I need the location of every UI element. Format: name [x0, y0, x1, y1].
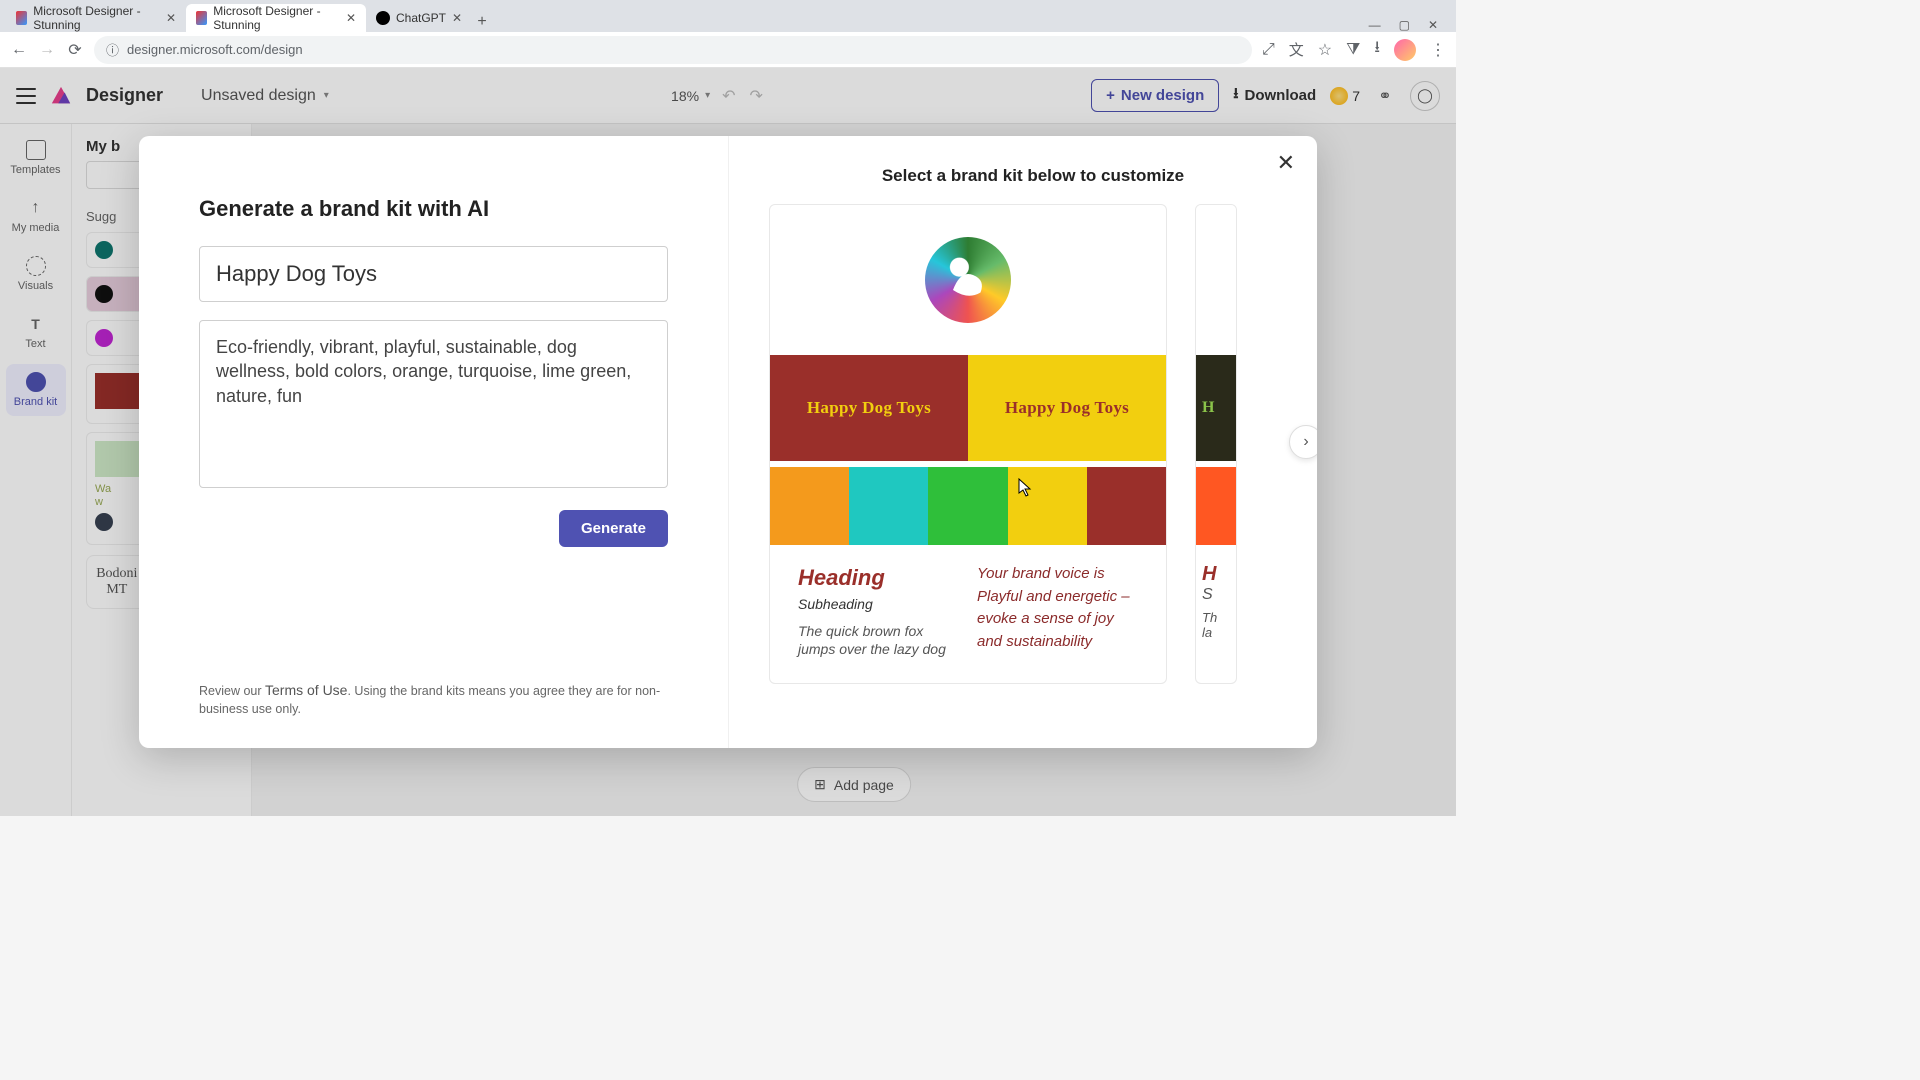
next-kit-button[interactable]: ›: [1289, 425, 1317, 459]
voice-text: Playful and energetic – evoke a sense of…: [977, 586, 1138, 654]
kit-logo-area: [770, 205, 1166, 355]
address-bar[interactable]: ⓘ designer.microsoft.com/design: [94, 36, 1252, 64]
terms-link[interactable]: Terms of Use: [265, 682, 347, 698]
browser-tab[interactable]: ChatGPT ✕: [366, 4, 472, 32]
palette-swatch: [849, 467, 928, 545]
close-icon[interactable]: ✕: [166, 11, 176, 25]
forward-icon[interactable]: →: [38, 41, 56, 59]
brand-kit-card-peek[interactable]: H H S Th la: [1195, 204, 1237, 684]
back-icon[interactable]: ←: [10, 41, 28, 59]
browser-tab-strip: Microsoft Designer - Stunning ✕ Microsof…: [0, 0, 1456, 32]
voice-label: Your brand voice is: [977, 563, 1138, 586]
window-close-icon[interactable]: ✕: [1428, 18, 1438, 32]
palette-swatch: [770, 467, 849, 545]
brand-kit-modal: ✕ Generate a brand kit with AI Eco-frien…: [139, 136, 1317, 748]
close-icon[interactable]: ✕: [452, 11, 462, 25]
typo-subheading: Subheading: [798, 595, 959, 614]
install-icon[interactable]: ⤢: [1262, 41, 1275, 59]
generate-button[interactable]: Generate: [559, 510, 668, 547]
typo-heading: Heading: [798, 563, 959, 593]
window-minimize-icon[interactable]: —: [1369, 18, 1381, 32]
kit-logo-icon: [925, 237, 1011, 323]
palette-swatch: [1008, 467, 1087, 545]
tab-title: ChatGPT: [396, 11, 446, 25]
tab-title: Microsoft Designer - Stunning: [213, 4, 340, 32]
browser-toolbar: ← → ⟳ ⓘ designer.microsoft.com/design ⤢ …: [0, 32, 1456, 68]
reload-icon[interactable]: ⟳: [66, 40, 84, 60]
new-tab-button[interactable]: +: [472, 12, 492, 32]
kit-palette: [770, 467, 1166, 545]
modal-title: Generate a brand kit with AI: [199, 196, 668, 222]
typo-sample: The quick brown fox jumps over the lazy …: [798, 622, 959, 660]
downloads-icon[interactable]: ⭳: [1374, 36, 1380, 63]
brand-name-input[interactable]: [199, 246, 668, 302]
chevron-right-icon: ›: [1303, 433, 1308, 451]
close-icon[interactable]: ✕: [346, 11, 356, 25]
kit-title-preview: Happy Dog Toys: [968, 355, 1166, 461]
brand-kit-card[interactable]: Happy Dog Toys Happy Dog Toys Heading Su…: [769, 204, 1167, 684]
profile-avatar[interactable]: [1394, 39, 1416, 61]
terms-text: Review our Terms of Use. Using the brand…: [199, 680, 668, 718]
palette-swatch: [1087, 467, 1166, 545]
window-maximize-icon[interactable]: ▢: [1399, 18, 1410, 32]
kit-typography: Heading Subheading The quick brown fox j…: [770, 545, 1166, 683]
right-title: Select a brand kit below to customize: [769, 166, 1297, 186]
extensions-icon[interactable]: ⧩: [1346, 41, 1360, 59]
kit-title-preview: Happy Dog Toys: [770, 355, 968, 461]
brand-description-input[interactable]: Eco-friendly, vibrant, playful, sustaina…: [199, 320, 668, 488]
site-info-icon[interactable]: ⓘ: [106, 40, 119, 59]
palette-swatch: [928, 467, 1007, 545]
kit-title-previews: Happy Dog Toys Happy Dog Toys: [770, 355, 1166, 461]
translate-icon[interactable]: 文: [1289, 39, 1304, 60]
modal-left-pane: Generate a brand kit with AI Eco-friendl…: [139, 136, 729, 748]
browser-tab[interactable]: Microsoft Designer - Stunning ✕: [6, 4, 186, 32]
modal-right-pane: Select a brand kit below to customize Ha…: [729, 136, 1317, 748]
tab-title: Microsoft Designer - Stunning: [33, 4, 160, 32]
url-text: designer.microsoft.com/design: [127, 42, 303, 57]
browser-tab[interactable]: Microsoft Designer - Stunning ✕: [186, 4, 366, 32]
modal-overlay: ✕ Generate a brand kit with AI Eco-frien…: [0, 68, 1456, 816]
menu-icon[interactable]: ⋮: [1430, 40, 1446, 60]
bookmark-icon[interactable]: ☆: [1318, 40, 1332, 60]
